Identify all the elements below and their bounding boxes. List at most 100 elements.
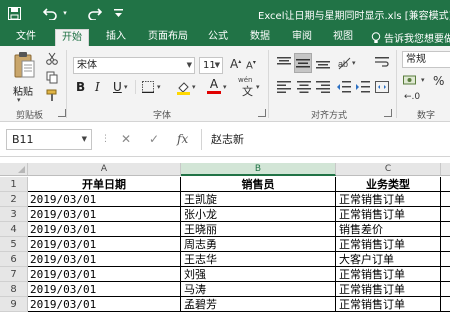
table-cell[interactable]: 正常销售订单 xyxy=(336,282,441,297)
table-cell[interactable]: 周志勇 xyxy=(181,237,336,252)
table-cell[interactable]: 2019/03/01 xyxy=(28,192,181,207)
align-center-icon[interactable] xyxy=(296,79,312,95)
undo-dropdown-icon[interactable]: ▾ xyxy=(60,4,70,22)
orientation-dropdown-icon[interactable]: ▾ xyxy=(352,59,356,67)
table-cell[interactable] xyxy=(441,297,450,312)
align-middle-icon[interactable] xyxy=(294,53,312,73)
merge-center-icon[interactable] xyxy=(374,79,390,95)
table-cell[interactable]: 正常销售订单 xyxy=(336,267,441,282)
table-cell[interactable]: 王晓丽 xyxy=(181,222,336,237)
paste-button[interactable] xyxy=(12,50,36,82)
bold-button[interactable]: B xyxy=(76,80,85,94)
table-cell[interactable]: 2019/03/01 xyxy=(28,207,181,222)
shrink-font-icon[interactable]: A▾ xyxy=(246,59,256,71)
percent-style-icon[interactable]: % xyxy=(433,74,444,88)
row-header[interactable]: 3 xyxy=(0,207,28,222)
font-color-button[interactable]: A xyxy=(207,77,221,94)
font-color-dropdown-icon[interactable]: ▾ xyxy=(223,83,227,91)
accounting-format-icon[interactable] xyxy=(402,72,420,88)
table-cell[interactable]: 销售差价 xyxy=(336,222,441,237)
redo-icon[interactable] xyxy=(85,4,103,22)
cancel-icon[interactable]: ✕ xyxy=(121,132,131,146)
table-cell[interactable]: 2019/03/01 xyxy=(28,267,181,282)
tab-page-layout[interactable]: 页面布局 xyxy=(148,29,188,46)
header-cell[interactable]: 销售员 xyxy=(181,177,336,192)
header-cell[interactable] xyxy=(441,177,450,192)
grow-font-icon[interactable]: A▴ xyxy=(230,57,241,71)
align-right-icon[interactable] xyxy=(315,79,331,95)
row-header[interactable]: 4 xyxy=(0,222,28,237)
table-cell[interactable]: 2019/03/01 xyxy=(28,237,181,252)
align-left-icon[interactable] xyxy=(276,79,292,95)
tab-insert[interactable]: 插入 xyxy=(106,29,126,46)
column-header-b[interactable]: B xyxy=(181,163,336,176)
orientation-icon[interactable]: ab xyxy=(336,55,352,71)
paste-dropdown-icon[interactable]: ▾ xyxy=(17,96,21,104)
table-cell[interactable]: 王凯旋 xyxy=(181,192,336,207)
font-launcher-icon[interactable] xyxy=(258,109,266,117)
tab-review[interactable]: 审阅 xyxy=(292,29,312,46)
insert-function-icon[interactable]: fx xyxy=(177,132,188,146)
table-cell[interactable]: 2019/03/01 xyxy=(28,252,181,267)
tab-data[interactable]: 数据 xyxy=(250,29,270,46)
tab-view[interactable]: 视图 xyxy=(333,29,353,46)
number-format-select[interactable]: 常规 xyxy=(402,51,450,68)
fill-color-icon[interactable] xyxy=(175,79,191,95)
table-cell[interactable] xyxy=(441,192,450,207)
increase-indent-icon[interactable] xyxy=(355,79,371,95)
customize-qat-icon[interactable] xyxy=(112,4,124,22)
table-cell[interactable] xyxy=(441,237,450,252)
header-cell[interactable]: 开单日期 xyxy=(28,177,181,192)
row-header[interactable]: 9 xyxy=(0,297,28,312)
table-cell[interactable] xyxy=(441,207,450,222)
row-header[interactable]: 6 xyxy=(0,252,28,267)
format-painter-icon[interactable] xyxy=(44,88,60,102)
cut-icon[interactable] xyxy=(44,51,60,65)
undo-icon[interactable] xyxy=(42,4,60,22)
table-cell[interactable]: 孟碧芳 xyxy=(181,297,336,312)
table-cell[interactable] xyxy=(441,267,450,282)
select-all-button[interactable] xyxy=(0,163,28,176)
enter-icon[interactable]: ✓ xyxy=(149,132,159,146)
underline-dropdown-icon[interactable]: ▾ xyxy=(124,83,128,91)
save-icon[interactable] xyxy=(6,4,22,22)
increase-decimal-icon[interactable]: ←.0 xyxy=(404,92,420,102)
wrap-text-icon[interactable] xyxy=(374,55,390,71)
table-cell[interactable]: 2019/03/01 xyxy=(28,222,181,237)
formula-bar-grip-icon[interactable]: ⋮ xyxy=(101,134,110,144)
table-cell[interactable]: 刘强 xyxy=(181,267,336,282)
row-header[interactable]: 8 xyxy=(0,282,28,297)
header-cell[interactable]: 业务类型 xyxy=(336,177,441,192)
accounting-dropdown-icon[interactable]: ▾ xyxy=(421,76,425,84)
table-cell[interactable]: 王志华 xyxy=(181,252,336,267)
table-cell[interactable]: 正常销售订单 xyxy=(336,192,441,207)
name-box[interactable]: B11 ▼ xyxy=(6,129,92,150)
font-size-select[interactable]: 11 ▼ xyxy=(199,57,223,74)
underline-button[interactable]: U xyxy=(113,80,122,94)
table-cell[interactable]: 正常销售订单 xyxy=(336,237,441,252)
column-header-c[interactable]: C xyxy=(336,163,441,176)
copy-icon[interactable] xyxy=(44,70,60,84)
row-header[interactable]: 1 xyxy=(0,177,28,192)
row-header[interactable]: 5 xyxy=(0,237,28,252)
phonetic-dropdown-icon[interactable]: ▾ xyxy=(256,83,260,91)
table-cell[interactable]: 2019/03/01 xyxy=(28,282,181,297)
font-name-select[interactable]: 宋体 ▼ xyxy=(73,57,195,74)
table-cell[interactable]: 正常销售订单 xyxy=(336,207,441,222)
tab-home[interactable]: 开始 xyxy=(55,29,89,46)
table-cell[interactable]: 张小龙 xyxy=(181,207,336,222)
tell-me-box[interactable]: 告诉我您想要做 xyxy=(371,30,450,45)
align-bottom-icon[interactable] xyxy=(315,55,331,71)
align-top-icon[interactable] xyxy=(276,55,292,71)
fill-color-dropdown-icon[interactable]: ▾ xyxy=(192,83,196,91)
table-cell[interactable]: 马涛 xyxy=(181,282,336,297)
table-cell[interactable] xyxy=(441,222,450,237)
row-header[interactable]: 7 xyxy=(0,267,28,282)
table-cell[interactable]: 2019/03/01 xyxy=(28,297,181,312)
table-cell[interactable] xyxy=(441,282,450,297)
column-header-d[interactable] xyxy=(441,163,450,176)
italic-button[interactable]: I xyxy=(95,80,100,94)
table-cell[interactable] xyxy=(441,252,450,267)
decrease-indent-icon[interactable] xyxy=(336,79,352,95)
tab-formulas[interactable]: 公式 xyxy=(208,29,228,46)
